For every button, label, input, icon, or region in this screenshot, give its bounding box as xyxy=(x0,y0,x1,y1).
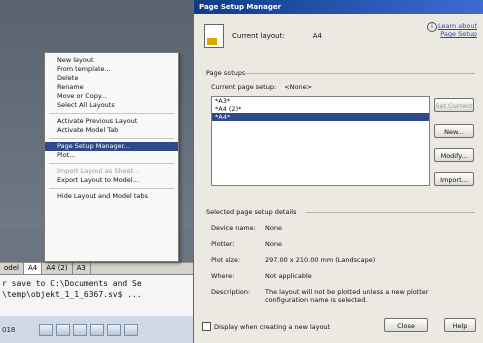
learn-link-line-1: Learn about xyxy=(438,22,477,30)
menu-item-from-template[interactable]: From template... xyxy=(45,65,178,74)
detail-plot-size: Plot size: 297.00 x 210.00 mm (Landscape… xyxy=(211,256,465,264)
menu-separator xyxy=(49,188,174,189)
detail-value: The layout will not be plotted unless a … xyxy=(265,288,429,304)
import-button[interactable]: Import... xyxy=(434,172,474,186)
command-line-1: r save to C:\Documents and Se xyxy=(2,279,142,288)
page-setup-item-a4[interactable]: *A4* xyxy=(212,113,429,121)
tab-a3[interactable]: A3 xyxy=(73,263,91,274)
menu-separator xyxy=(49,163,174,164)
status-bar: 018 xyxy=(0,316,200,343)
menu-item-import-layout-as-sheet: Import Layout as Sheet... xyxy=(57,167,140,175)
detail-device-name: Device name: None xyxy=(211,224,465,232)
otrack-toggle-icon[interactable] xyxy=(124,323,138,336)
command-line[interactable]: r save to C:\Documents and Se \temp\objek… xyxy=(0,274,200,316)
layout-context-menu: New layout From template... Delete Renam… xyxy=(44,52,179,262)
menu-item-export-layout-to-model[interactable]: Export Layout to Model... xyxy=(45,176,178,185)
page-setup-list[interactable]: *A3* *A4 (2)* *A4* xyxy=(211,96,430,186)
current-layout-label: Current layout: xyxy=(232,32,285,40)
menu-item-activate-previous-layout[interactable]: Activate Previous Layout xyxy=(45,117,178,126)
current-page-setup-label: Current page setup: xyxy=(211,83,277,91)
layout-tabs: odel A4 A4 (2) A3 xyxy=(0,262,200,274)
page-setups-divider xyxy=(228,73,475,74)
page-setup-manager-dialog: Page Setup Manager Current layout: A4 i … xyxy=(193,0,483,343)
menu-item-hide-layout-tabs[interactable]: Hide Layout and Model tabs xyxy=(45,192,178,201)
detail-where: Where: Not applicable xyxy=(211,272,465,280)
menu-item-page-setup-manager[interactable]: Page Setup Manager... xyxy=(45,142,178,151)
page-setup-item-a3[interactable]: *A3* xyxy=(212,97,429,105)
detail-key: Where: xyxy=(211,272,235,280)
learn-about-page-setup-link[interactable]: Learn about Page Setup xyxy=(438,22,477,38)
learn-link-line-2: Page Setup xyxy=(440,30,477,38)
modify-button[interactable]: Modify... xyxy=(434,148,474,162)
help-button[interactable]: Help xyxy=(444,318,476,332)
detail-key: Description: xyxy=(211,288,251,296)
display-when-creating-label: Display when creating a new layout xyxy=(214,322,331,331)
current-page-setup-row: Current page setup: <None> xyxy=(211,83,312,91)
ortho-toggle-icon[interactable] xyxy=(73,323,87,336)
info-icon: i xyxy=(427,22,437,32)
current-layout-value: A4 xyxy=(312,32,322,40)
coordinate-readout: 018 xyxy=(2,325,16,334)
details-label: Selected page setup details xyxy=(206,208,297,216)
menu-item-move-copy[interactable]: Move or Copy... xyxy=(45,92,178,101)
menu-item-activate-model-tab[interactable]: Activate Model Tab xyxy=(45,126,178,135)
detail-value: 297.00 x 210.00 mm (Landscape) xyxy=(265,256,376,264)
layout-document-icon xyxy=(204,24,224,48)
grid-toggle-icon[interactable] xyxy=(56,323,70,336)
menu-item-select-all-layouts[interactable]: Select All Layouts xyxy=(45,101,178,110)
osnap-toggle-icon[interactable] xyxy=(107,323,121,336)
menu-item-delete[interactable]: Delete xyxy=(45,74,178,83)
details-divider xyxy=(306,212,475,213)
current-layout-row: Current layout: A4 xyxy=(204,24,322,48)
display-when-creating-option[interactable]: Display when creating a new layout xyxy=(202,322,330,331)
menu-separator xyxy=(49,138,174,139)
menu-item-new-layout[interactable]: New layout xyxy=(45,56,178,65)
menu-separator xyxy=(49,113,174,114)
polar-toggle-icon[interactable] xyxy=(90,323,104,336)
detail-plotter: Plotter: None xyxy=(211,240,465,248)
snap-toggle-icon[interactable] xyxy=(39,323,53,336)
menu-item-plot[interactable]: Plot... xyxy=(45,151,178,160)
tab-model[interactable]: odel xyxy=(0,263,24,274)
detail-key: Device name: xyxy=(211,224,256,232)
menu-item-rename[interactable]: Rename xyxy=(45,83,178,92)
detail-key: Plotter: xyxy=(211,240,235,248)
detail-description: Description: The layout will not be plot… xyxy=(211,288,465,304)
detail-value: None xyxy=(265,224,282,232)
command-line-2: \temp\objekt_1_1_6367.sv$ ... xyxy=(2,290,142,299)
detail-key: Plot size: xyxy=(211,256,241,264)
set-current-button[interactable]: Set Current xyxy=(434,98,474,112)
page-setup-item-a4-2[interactable]: *A4 (2)* xyxy=(212,105,429,113)
close-button[interactable]: Close xyxy=(384,318,428,332)
tab-a4[interactable]: A4 xyxy=(23,263,43,274)
display-when-creating-checkbox[interactable] xyxy=(202,322,211,331)
detail-value: None xyxy=(265,240,282,248)
detail-value: Not applicable xyxy=(265,272,312,280)
tab-a4-2[interactable]: A4 (2) xyxy=(42,263,73,274)
new-button[interactable]: New... xyxy=(434,124,474,138)
current-page-setup-value: <None> xyxy=(284,83,313,91)
dialog-title: Page Setup Manager xyxy=(194,0,483,14)
